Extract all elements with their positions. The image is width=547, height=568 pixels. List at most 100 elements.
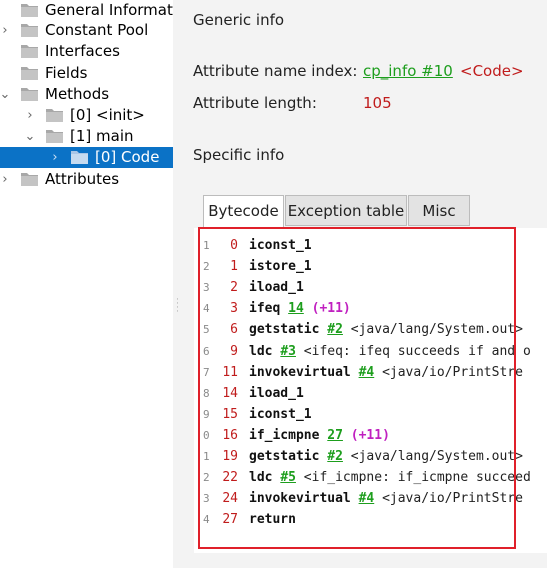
opcode: getstatic #2 <java/lang/System.out> bbox=[249, 446, 523, 467]
operand-comment: <java/io/PrintStre bbox=[382, 364, 523, 380]
tree-item[interactable]: › Constant Pool bbox=[0, 20, 173, 41]
operand-reference-link[interactable]: 14 bbox=[288, 301, 304, 316]
chevron-right-icon[interactable]: › bbox=[0, 169, 14, 190]
folder-icon bbox=[46, 108, 63, 122]
line-number: 6 bbox=[203, 344, 210, 358]
bytecode-offset: 15 bbox=[222, 406, 238, 422]
chevron-right-icon[interactable]: › bbox=[0, 20, 14, 41]
opcode: istore_1 bbox=[249, 256, 312, 277]
expander-placeholder[interactable] bbox=[0, 0, 14, 21]
opcode-mnemonic: istore_1 bbox=[249, 259, 312, 275]
bytecode-line: 8 14 iload_1 bbox=[194, 383, 547, 404]
folder-icon bbox=[21, 3, 38, 17]
bytecode-offset: 1 bbox=[230, 259, 238, 275]
bytecode-offset: 9 bbox=[230, 343, 238, 359]
opcode: iconst_1 bbox=[249, 404, 312, 425]
generic-info-title: Generic info bbox=[193, 11, 285, 29]
bytecode-offset: 22 bbox=[222, 470, 238, 486]
operand-reference-link[interactable]: #4 bbox=[359, 491, 375, 506]
operand-reference-link[interactable]: #2 bbox=[327, 449, 343, 464]
bytecode-line: 2 22 ldc #5 <if_icmpne: if_icmpne succeed bbox=[194, 467, 547, 488]
class-structure-tree[interactable]: General Informati › Constant Pool Interface… bbox=[0, 0, 173, 568]
opcode: invokevirtual #4 <java/io/PrintStre bbox=[249, 488, 523, 509]
folder-icon bbox=[21, 87, 38, 101]
bytecode-line: 9 15 iconst_1 bbox=[194, 404, 547, 425]
operand-reference-link[interactable]: #4 bbox=[359, 365, 375, 380]
tree-item-label: Constant Pool bbox=[45, 21, 149, 39]
opcode: getstatic #2 <java/lang/System.out> bbox=[249, 319, 523, 340]
line-number: 1 bbox=[203, 450, 210, 463]
opcode: invokevirtual #4 <java/io/PrintStre bbox=[249, 362, 523, 383]
opcode-mnemonic: getstatic bbox=[249, 449, 320, 464]
bytecode-line: 3 24 invokevirtual #4 <java/io/PrintStre bbox=[194, 488, 547, 509]
bytecode-listing[interactable]: 1 0 iconst_1 2 1 istore_1 3 2 iload_1 4 3 ifeq 14 (… bbox=[194, 228, 547, 553]
line-number: 8 bbox=[203, 386, 210, 400]
line-number: 0 bbox=[203, 428, 210, 442]
opcode-mnemonic: ldc bbox=[249, 470, 273, 486]
tree-item-label: General Informati bbox=[45, 1, 173, 19]
tree-item[interactable]: › [0] <init> bbox=[0, 105, 173, 126]
splitter[interactable] bbox=[173, 0, 182, 568]
opcode-mnemonic: if_icmpne bbox=[249, 427, 320, 443]
tree-item[interactable]: › [0] Code bbox=[0, 147, 173, 168]
opcode-mnemonic: iload_1 bbox=[249, 385, 304, 401]
operand-comment: <if_icmpne: if_icmpne succeed bbox=[303, 470, 531, 486]
opcode: iload_1 bbox=[249, 383, 304, 404]
splitter-grip-icon[interactable]: · · · · bbox=[174, 296, 181, 317]
opcode-mnemonic: getstatic bbox=[249, 322, 320, 338]
bytecode-offset: 3 bbox=[230, 301, 238, 317]
bytecode-line: 0 16 if_icmpne 27 (+11) bbox=[194, 425, 547, 446]
chevron-down-icon[interactable]: ⌄ bbox=[0, 84, 14, 105]
tree-item[interactable]: ⌄ Methods bbox=[0, 84, 173, 105]
tab-misc[interactable]: Misc bbox=[408, 195, 470, 226]
attribute-name-index-link[interactable]: cp_info #10 bbox=[363, 62, 453, 80]
attribute-name-value: <Code> bbox=[460, 62, 524, 80]
tree-item[interactable]: Interfaces bbox=[0, 41, 173, 62]
opcode-mnemonic: ifeq bbox=[249, 301, 281, 317]
expander-placeholder[interactable] bbox=[0, 63, 14, 84]
bytecode-line: 3 2 iload_1 bbox=[194, 277, 547, 298]
chevron-right-icon[interactable]: › bbox=[46, 147, 64, 168]
bytecode-offset: 2 bbox=[230, 280, 238, 296]
bytecode-line: 1 19 getstatic #2 <java/lang/System.out> bbox=[194, 446, 547, 467]
tree-item-label: [0] <init> bbox=[70, 106, 145, 124]
line-number: 3 bbox=[203, 492, 210, 506]
chevron-right-icon[interactable]: › bbox=[21, 105, 39, 126]
operand-reference-link[interactable]: #5 bbox=[280, 470, 296, 485]
attribute-length-value: 105 bbox=[363, 94, 392, 112]
tree-item-label: Fields bbox=[45, 64, 88, 82]
line-number: 4 bbox=[203, 302, 210, 316]
chevron-down-icon[interactable]: ⌄ bbox=[21, 126, 39, 147]
expander-placeholder[interactable] bbox=[0, 41, 14, 62]
folder-icon bbox=[21, 44, 38, 58]
bytecode-line: 5 6 getstatic #2 <java/lang/System.out> bbox=[194, 319, 547, 340]
opcode: ldc #3 <ifeq: ifeq succeeds if and o bbox=[249, 341, 531, 362]
tab-exception-table[interactable]: Exception table bbox=[285, 195, 407, 226]
tree-item[interactable]: › Attributes bbox=[0, 169, 173, 190]
tree-item-label: [0] Code bbox=[95, 148, 160, 166]
folder-icon bbox=[71, 150, 88, 164]
folder-icon bbox=[46, 129, 63, 143]
line-number: 5 bbox=[203, 323, 210, 337]
jump-delta: (+11) bbox=[311, 301, 351, 317]
line-number: 1 bbox=[203, 239, 210, 252]
bytecode-line: 6 9 ldc #3 <ifeq: ifeq succeeds if and o bbox=[194, 341, 547, 362]
opcode: if_icmpne 27 (+11) bbox=[249, 425, 390, 446]
line-number: 4 bbox=[203, 513, 210, 527]
opcode-mnemonic: iconst_1 bbox=[249, 406, 312, 422]
opcode-mnemonic: return bbox=[249, 512, 296, 528]
operand-reference-link[interactable]: #3 bbox=[280, 344, 296, 359]
tree-item[interactable]: ⌄ [1] main bbox=[0, 126, 173, 147]
tree-item[interactable]: General Informati bbox=[0, 0, 173, 21]
tab-bytecode[interactable]: Bytecode bbox=[203, 195, 284, 228]
bytecode-line: 1 0 iconst_1 bbox=[194, 235, 547, 256]
operand-reference-link[interactable]: #2 bbox=[327, 322, 343, 337]
line-number: 7 bbox=[203, 365, 210, 379]
opcode: ldc #5 <if_icmpne: if_icmpne succeed bbox=[249, 467, 531, 488]
operand-reference-link[interactable]: 27 bbox=[327, 428, 343, 443]
operand-comment: <ifeq: ifeq succeeds if and o bbox=[303, 343, 531, 359]
line-number: 2 bbox=[203, 471, 210, 485]
tree-item[interactable]: Fields bbox=[0, 63, 173, 84]
line-number: 3 bbox=[203, 281, 210, 295]
bytecode-offset: 6 bbox=[230, 322, 238, 338]
